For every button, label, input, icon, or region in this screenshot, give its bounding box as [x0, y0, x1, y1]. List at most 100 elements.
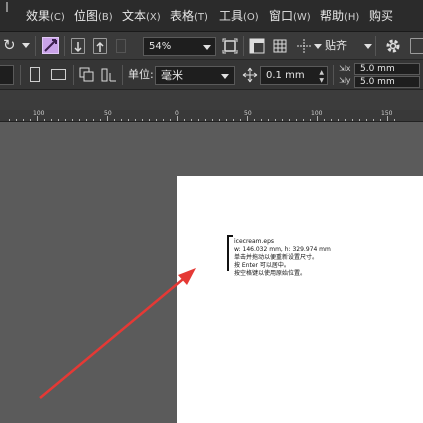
- ruler-tick: [352, 119, 353, 121]
- nudge-distance-input[interactable]: 0.1 mm ▲ ▼: [260, 66, 328, 85]
- ruler-tick: [219, 119, 220, 121]
- import-dimensions: w: 146.032 mm, h: 329.974 mm: [234, 246, 331, 253]
- ruler-tick: [205, 119, 206, 121]
- ruler-tick: [254, 119, 255, 121]
- publish-pdf-icon[interactable]: [116, 39, 126, 53]
- ruler-tick: [128, 119, 129, 121]
- ruler-tick: [212, 119, 213, 121]
- ruler-tick: [142, 119, 143, 121]
- import-filename: icecream.eps: [234, 238, 275, 245]
- ruler-tick: [282, 119, 283, 121]
- import-hint-center: 按 Enter 可以居中。: [234, 262, 290, 269]
- full-screen-icon[interactable]: [222, 38, 238, 54]
- ruler-tick: [268, 119, 269, 121]
- menu-window[interactable]: 窗口(W): [269, 0, 311, 32]
- window-edge-marker: [6, 2, 8, 12]
- ruler-tick: [156, 119, 157, 121]
- document-page[interactable]: [177, 176, 423, 423]
- ruler-tick: [184, 119, 185, 121]
- ruler-tick: [394, 119, 395, 121]
- show-rulers-icon[interactable]: [249, 38, 265, 54]
- menu-table[interactable]: 表格(T): [170, 0, 208, 32]
- ruler-tick: [9, 119, 10, 121]
- zoom-level-select[interactable]: 54%: [143, 37, 216, 56]
- import-hint-original: 按空格键以使用原始位置。: [234, 270, 307, 277]
- ruler-tick: [16, 119, 17, 121]
- snap-to-label[interactable]: 贴齐: [325, 39, 347, 53]
- horizontal-ruler[interactable]: 100 50 0 50 100 150: [0, 110, 423, 122]
- page-size-stepper[interactable]: [0, 65, 14, 85]
- ruler-tick: [387, 116, 388, 121]
- ruler-tick: [247, 116, 248, 121]
- landscape-icon[interactable]: [51, 69, 66, 80]
- ruler-label: 100: [33, 110, 45, 117]
- ruler-tick: [114, 119, 115, 121]
- duplicate-y-icon: ⇲y: [339, 76, 351, 85]
- duplicate-x-icon: ⇲x: [339, 64, 351, 73]
- nudge-distance-icon: [242, 67, 258, 83]
- ruler-tick: [310, 119, 311, 121]
- redo-dropdown-icon[interactable]: [22, 43, 30, 48]
- ruler-tick: [170, 119, 171, 121]
- gear-icon[interactable]: [384, 37, 402, 55]
- guidelines-dropdown-icon[interactable]: [314, 44, 322, 49]
- ruler-tick: [58, 119, 59, 121]
- menu-bar: 效果(C) 位图(B) 文本(X) 表格(T) 工具(O) 窗口(W) 帮助(H…: [0, 0, 423, 32]
- menu-buy[interactable]: 购买: [369, 0, 393, 32]
- units-select[interactable]: 毫米: [155, 66, 235, 85]
- import-hint-resize: 单击并拖动以便重新设置尺寸。: [234, 254, 319, 261]
- ruler-tick: [65, 119, 66, 121]
- toolbox-strip: [0, 90, 423, 110]
- ruler-tick: [275, 119, 276, 121]
- portrait-icon[interactable]: [30, 67, 40, 82]
- menu-effects[interactable]: 效果(C): [26, 0, 65, 32]
- ruler-tick: [23, 119, 24, 121]
- ruler-tick: [79, 119, 80, 121]
- ruler-tick: [296, 119, 297, 121]
- menu-tools[interactable]: 工具(O): [219, 0, 259, 32]
- units-label: 单位:: [128, 68, 154, 81]
- ruler-tick: [338, 119, 339, 121]
- menu-text[interactable]: 文本(X): [122, 0, 161, 32]
- ruler-tick: [72, 119, 73, 121]
- import-cursor-icon: [227, 235, 233, 271]
- ruler-tick: [359, 119, 360, 121]
- ruler-tick: [289, 119, 290, 121]
- ruler-tick: [233, 119, 234, 121]
- show-grid-icon[interactable]: [272, 38, 288, 54]
- ruler-tick: [100, 119, 101, 121]
- ruler-tick: [149, 119, 150, 121]
- duplicate-distance-y-input[interactable]: 5.0 mm: [354, 76, 420, 88]
- import-placement-info: icecream.eps w: 146.032 mm, h: 329.974 m…: [234, 238, 331, 278]
- current-page-icon[interactable]: [101, 67, 117, 83]
- ruler-tick: [121, 119, 122, 121]
- snap-to-dropdown-icon[interactable]: [364, 44, 372, 49]
- ruler-tick: [373, 119, 374, 121]
- ruler-tick: [86, 119, 87, 121]
- ruler-tick: [317, 116, 318, 121]
- ruler-tick: [261, 119, 262, 121]
- menu-help[interactable]: 帮助(H): [320, 0, 359, 32]
- standard-toolbar: ↻ 54% 贴齐: [0, 32, 423, 60]
- ruler-tick: [135, 119, 136, 121]
- menu-bitmaps[interactable]: 位图(B): [74, 0, 113, 32]
- ruler-tick: [380, 119, 381, 121]
- all-pages-icon[interactable]: [79, 67, 95, 83]
- ruler-tick: [226, 119, 227, 121]
- ruler-tick: [163, 119, 164, 121]
- ruler-tick: [345, 119, 346, 121]
- import-tool-icon[interactable]: [42, 37, 59, 54]
- duplicate-distance-x-input[interactable]: 5.0 mm: [354, 63, 420, 75]
- launch-icon[interactable]: [410, 38, 423, 54]
- ruler-tick: [93, 119, 94, 121]
- ruler-tick: [51, 119, 52, 121]
- redo-icon[interactable]: ↻: [3, 36, 19, 54]
- export-icon[interactable]: [93, 38, 107, 54]
- property-bar: 单位: 毫米 0.1 mm ▲ ▼ ⇲x ⇲y 5.0 mm 5.0 mm: [0, 60, 423, 90]
- import-icon[interactable]: [71, 38, 85, 54]
- ruler-tick: [177, 116, 178, 121]
- ruler-tick: [191, 119, 192, 121]
- show-guidelines-icon[interactable]: [296, 38, 312, 54]
- ruler-tick: [198, 119, 199, 121]
- ruler-tick: [107, 116, 108, 121]
